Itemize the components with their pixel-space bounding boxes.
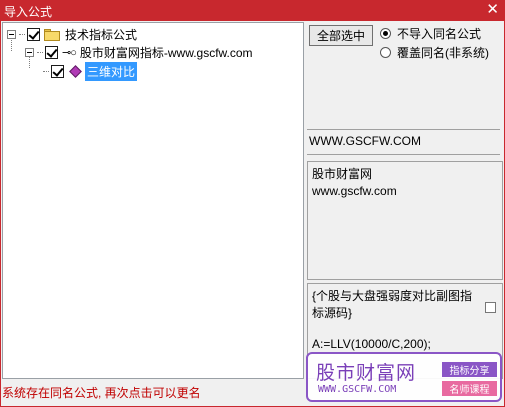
watermark-site: WWW.GSCFW.COM bbox=[318, 384, 397, 395]
description-box: 股市财富网 www.gscfw.com bbox=[307, 161, 503, 280]
title-bar: 导入公式 ✕ bbox=[0, 0, 505, 21]
watermark-brand: 股市财富网 bbox=[316, 362, 417, 384]
tree-node-leaf[interactable]: 三维对比 bbox=[43, 62, 138, 81]
child-checkbox[interactable] bbox=[45, 46, 58, 59]
window-title: 导入公式 bbox=[4, 5, 53, 19]
source-checkbox[interactable] bbox=[485, 302, 496, 313]
watermark-logo: 股市财富网 WWW.GSCFW.COM 指标分享 名师课程 bbox=[306, 352, 502, 402]
tree-node-label: 技术指标公式 bbox=[65, 28, 138, 42]
tree-node-label: 股市财富网指标-www.gscfw.com bbox=[79, 46, 253, 60]
key-icon: ⊸○ bbox=[62, 47, 77, 59]
formula-icon bbox=[69, 65, 82, 78]
tree-dots bbox=[37, 52, 43, 53]
close-icon[interactable]: ✕ bbox=[486, 1, 499, 19]
root-checkbox[interactable] bbox=[27, 28, 40, 41]
description-line-1: 股市财富网 bbox=[312, 167, 373, 181]
tree-node-root[interactable]: 技术指标公式 bbox=[7, 26, 137, 43]
radio-overwrite-label: 覆盖同名(非系统) bbox=[397, 45, 489, 60]
watermark-badge-share: 指标分享 bbox=[442, 362, 497, 377]
radio-skip-label: 不导入同名公式 bbox=[397, 26, 482, 41]
collapse-icon[interactable] bbox=[7, 30, 16, 39]
source-code-line: A:=LLV(10000/C,200); bbox=[312, 337, 431, 351]
source-url-field: WWW.GSCFW.COM bbox=[307, 129, 500, 155]
folder-icon bbox=[44, 28, 60, 41]
select-all-button[interactable]: 全部选中 bbox=[309, 25, 373, 46]
tree-node-label-selected[interactable]: 三维对比 bbox=[85, 62, 138, 81]
tree-dots bbox=[19, 34, 25, 35]
formula-tree[interactable]: 技术指标公式 ⊸○ 股市财富网指标-www.gscfw.com 三维对比 bbox=[2, 22, 304, 379]
radio-skip-icon[interactable] bbox=[380, 27, 391, 39]
collapse-icon[interactable] bbox=[25, 48, 34, 57]
radio-overwrite[interactable]: 覆盖同名(非系统) bbox=[380, 44, 489, 60]
radio-overwrite-icon[interactable] bbox=[380, 46, 391, 58]
tree-dots bbox=[43, 71, 49, 72]
leaf-checkbox[interactable] bbox=[51, 65, 64, 78]
tree-node-child[interactable]: ⊸○ 股市财富网指标-www.gscfw.com bbox=[25, 44, 253, 61]
source-comment: {个股与大盘强弱度对比副图指标源码} bbox=[312, 289, 473, 320]
radio-skip-duplicates[interactable]: 不导入同名公式 bbox=[380, 25, 481, 41]
description-line-2: www.gscfw.com bbox=[312, 184, 397, 198]
status-message: 系统存在同名公式, 再次点击可以更名 bbox=[2, 386, 201, 400]
watermark-badge-course: 名师课程 bbox=[442, 381, 497, 396]
